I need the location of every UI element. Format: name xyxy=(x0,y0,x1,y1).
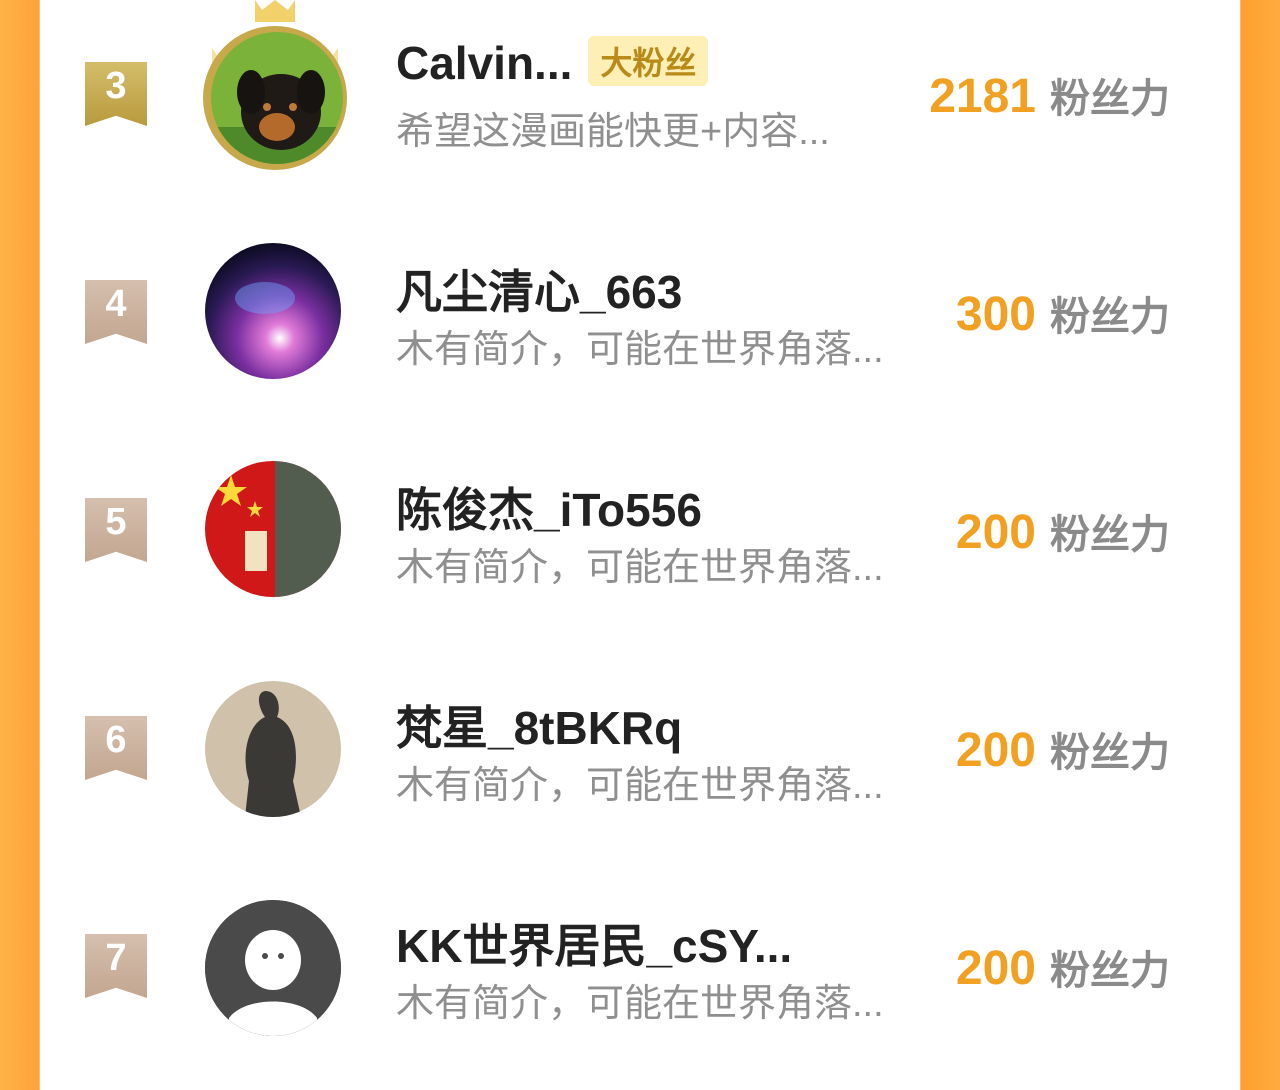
user-avatar[interactable] xyxy=(205,900,341,1036)
user-desc: 希望这漫画能快更+内容... xyxy=(396,111,830,153)
rank-badge: 3 xyxy=(85,62,147,126)
big-fan-badge: 大粉丝 xyxy=(588,35,709,86)
fan-ranking-list: 3 Calvin... 大粉丝 希望这漫画能快更+内容... 2181 粉丝力 … xyxy=(40,0,1240,1036)
score-unit: 粉丝力 xyxy=(1050,513,1170,557)
rottweiler-puppy-avatar-icon xyxy=(211,32,343,164)
user-desc: 木有简介，可能在世界角落... xyxy=(396,547,884,589)
fan-power-score: 200 粉丝力 xyxy=(956,720,1170,778)
score-unit: 粉丝力 xyxy=(1050,295,1170,339)
fan-row-7[interactable]: 7 KK世界居民_cSY... 木有简介，可能在世界角落... 200 粉丝力 xyxy=(40,872,1240,1090)
fan-row-4[interactable]: 4 凡尘清心_663 木有简介，可能在世界角落... 300 粉丝力 xyxy=(40,218,1240,436)
score-value: 2181 xyxy=(929,70,1036,123)
user-avatar[interactable] xyxy=(205,681,341,817)
fan-power-score: 200 粉丝力 xyxy=(956,502,1170,560)
score-value: 300 xyxy=(955,288,1036,341)
fan-row-6[interactable]: 6 梵星_8tBKRq 木有简介，可能在世界角落... 200 粉丝力 xyxy=(40,654,1240,872)
user-avatar[interactable] xyxy=(211,32,343,164)
user-desc: 木有简介，可能在世界角落... xyxy=(396,329,884,371)
user-avatar[interactable] xyxy=(205,461,341,597)
score-unit: 粉丝力 xyxy=(1050,949,1170,993)
fan-row-5[interactable]: 5 陈俊杰_iTo556 木有简介，可能在世界角落... 200 粉丝力 xyxy=(40,436,1240,654)
user-desc: 木有简介，可能在世界角落... xyxy=(396,983,884,1025)
user-name[interactable]: KK世界居民_cSY... xyxy=(396,910,792,976)
fan-power-score: 200 粉丝力 xyxy=(956,938,1170,996)
score-unit: 粉丝力 xyxy=(1050,77,1170,121)
fan-power-score: 2181 粉丝力 xyxy=(929,66,1170,124)
nebula-avatar-icon xyxy=(205,243,341,379)
user-name[interactable]: Calvin... 大粉丝 xyxy=(396,35,709,92)
red-flag-warrior-avatar-icon xyxy=(205,461,341,597)
user-name[interactable]: 凡尘清心_663 xyxy=(396,256,682,322)
default-person-avatar-icon xyxy=(205,900,341,1036)
score-value: 200 xyxy=(955,724,1036,777)
score-value: 200 xyxy=(955,506,1036,559)
shadow-photo-avatar-icon xyxy=(205,681,341,817)
score-unit: 粉丝力 xyxy=(1050,731,1170,775)
user-name-text: Calvin... xyxy=(396,37,573,89)
rank-badge: 4 xyxy=(85,280,147,344)
user-avatar[interactable] xyxy=(205,243,341,379)
user-name[interactable]: 陈俊杰_iTo556 xyxy=(396,474,702,540)
fan-row-3[interactable]: 3 Calvin... 大粉丝 希望这漫画能快更+内容... 2181 粉丝力 xyxy=(40,0,1240,218)
rank-badge: 7 xyxy=(85,934,147,998)
fan-power-score: 300 粉丝力 xyxy=(956,284,1170,342)
score-value: 200 xyxy=(955,942,1036,995)
rank-badge: 5 xyxy=(85,498,147,562)
user-desc: 木有简介，可能在世界角落... xyxy=(396,765,884,807)
rank-badge: 6 xyxy=(85,716,147,780)
user-name[interactable]: 梵星_8tBKRq xyxy=(396,692,682,758)
